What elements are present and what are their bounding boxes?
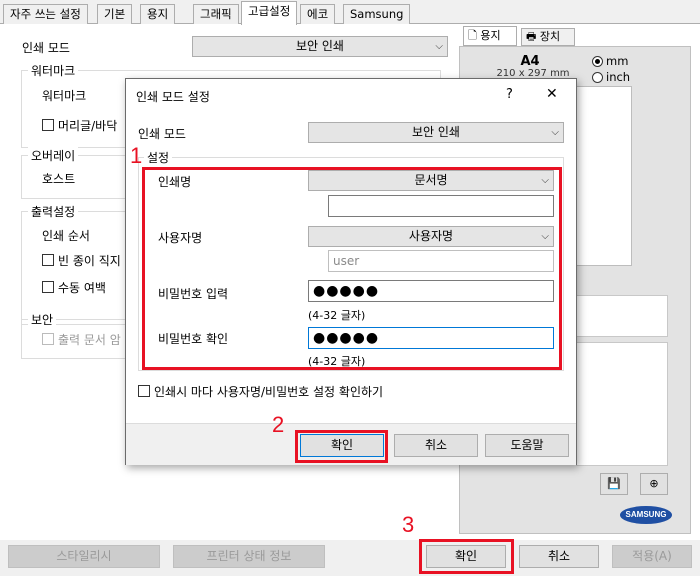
output-group-title: 출력설정: [28, 203, 79, 220]
tab-frequent[interactable]: 자주 쓰는 설정: [3, 4, 88, 24]
paper-icon: 🗋: [468, 29, 477, 42]
tab-graphics[interactable]: 그래픽: [193, 4, 239, 24]
callout-box-dialog-ok: [295, 430, 388, 463]
print-order-label: 인쇄 순서: [42, 229, 90, 243]
unit-inch-radio[interactable]: [592, 72, 603, 83]
preview-tab-device-label: 장치: [539, 30, 561, 43]
settings-group-title: 설정: [144, 149, 173, 166]
close-icon[interactable]: ✕: [546, 86, 558, 102]
unit-mm-label: mm: [606, 54, 629, 68]
dialog-print-mode-label: 인쇄 모드: [138, 127, 186, 141]
manual-margin-label: 수동 여백: [58, 281, 106, 295]
callout-number-1: 1: [130, 143, 143, 168]
print-mode-label: 인쇄 모드: [22, 41, 70, 55]
header-footer-label: 머리글/바닥: [58, 119, 118, 133]
preview-tab-paper[interactable]: 🗋 용지: [463, 26, 517, 46]
dialog-help-button[interactable]: 도움말: [485, 434, 569, 457]
preview-tab-device[interactable]: 🖶 장치: [521, 28, 575, 46]
tab-paper[interactable]: 용지: [140, 4, 176, 24]
preview-list: [576, 295, 668, 337]
unit-mm-radio[interactable]: [592, 56, 603, 67]
blank-page-checkbox[interactable]: [42, 254, 54, 266]
header-footer-checkbox[interactable]: [42, 119, 54, 131]
printer-status-button[interactable]: 프린터 상태 정보: [173, 545, 325, 568]
tab-samsung[interactable]: Samsung: [343, 4, 411, 24]
manual-margin-checkbox[interactable]: [42, 281, 54, 293]
dialog-print-mode-value: 보안 인쇄: [412, 125, 460, 139]
overlay-group-title: 오버레이: [28, 147, 79, 164]
confirm-each-print-checkbox[interactable]: [138, 385, 150, 397]
output-doc-checkbox[interactable]: [42, 333, 54, 345]
stylish-button[interactable]: 스타일리시: [8, 545, 160, 568]
security-group-title: 보안: [28, 311, 57, 328]
main-cancel-button[interactable]: 취소: [519, 545, 599, 568]
paper-size-label: A4: [520, 54, 540, 69]
callout-number-3: 3: [402, 512, 415, 537]
preview-box: [576, 342, 668, 466]
output-doc-label: 출력 문서 암: [58, 333, 121, 347]
callout-number-2: 2: [272, 412, 285, 437]
add-icon[interactable]: ⊕: [640, 473, 668, 495]
tab-eco[interactable]: 에코: [300, 4, 336, 24]
confirm-each-print-label: 인쇄시 마다 사용자명/비밀번호 설정 확인하기: [154, 385, 384, 399]
tab-bar: 자주 쓰는 설정 기본 용지 그래픽 고급설정 에코 Samsung: [0, 0, 700, 25]
tab-advanced[interactable]: 고급설정: [241, 1, 298, 25]
print-mode-select[interactable]: 보안 인쇄 ⌵: [192, 36, 448, 57]
callout-box-main-ok: [419, 539, 514, 574]
watermark-label: 워터마크: [42, 89, 87, 103]
print-mode-dialog: 인쇄 모드 설정 ? ✕ 인쇄 모드 보안 인쇄 ⌵ 설정 인쇄명 문서명 ⌵ …: [125, 78, 577, 465]
dialog-cancel-button[interactable]: 취소: [394, 434, 478, 457]
chevron-down-icon: ⌵: [551, 127, 559, 138]
printer-icon: 🖶: [526, 30, 537, 43]
save-icon[interactable]: 💾: [600, 473, 628, 495]
blank-page-label: 빈 종이 직지: [58, 254, 121, 268]
tab-basic[interactable]: 기본: [97, 4, 133, 24]
callout-box-settings: [142, 167, 562, 370]
preview-tab-paper-label: 용지: [480, 29, 501, 42]
apply-button[interactable]: 적용(A): [612, 545, 692, 568]
host-label: 호스트: [42, 172, 76, 186]
dialog-print-mode-select[interactable]: 보안 인쇄 ⌵: [308, 122, 564, 143]
unit-inch-label: inch: [606, 70, 631, 84]
chevron-down-icon: ⌵: [435, 41, 443, 52]
samsung-logo: SAMSUNG: [620, 506, 672, 524]
watermark-group-title: 워터마크: [28, 62, 79, 79]
help-icon[interactable]: ?: [506, 87, 513, 102]
print-mode-value: 보안 인쇄: [296, 39, 344, 53]
dialog-title: 인쇄 모드 설정: [136, 90, 210, 104]
